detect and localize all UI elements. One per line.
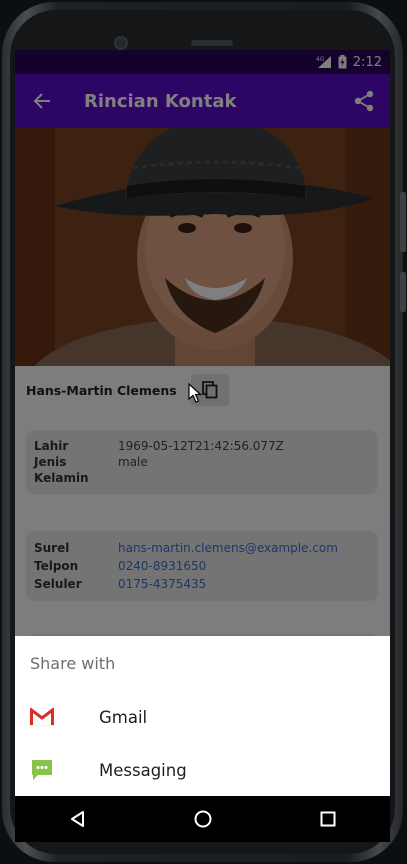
volume-button — [400, 192, 406, 252]
share-sheet-title: Share with — [30, 654, 116, 673]
share-item-messaging[interactable]: Messaging — [15, 745, 390, 795]
share-item-label: Gmail — [99, 707, 148, 727]
messaging-icon — [30, 758, 54, 782]
nav-recents-button[interactable] — [298, 796, 358, 842]
gmail-icon — [30, 705, 54, 729]
circle-home-icon — [194, 810, 211, 828]
mouse-pointer-icon — [188, 382, 203, 407]
earpiece-speaker — [191, 40, 233, 46]
power-button — [400, 272, 406, 312]
share-item-gmail[interactable]: Gmail — [15, 692, 390, 742]
share-sheet: Share with Gmail Messaging — [15, 636, 390, 796]
front-camera — [114, 36, 128, 50]
app-screen: 4G 2:12 Rincian Kontak — [15, 50, 390, 796]
nav-back-button[interactable] — [48, 796, 108, 842]
triangle-back-icon — [70, 811, 84, 827]
share-item-label: Messaging — [99, 760, 187, 780]
navigation-bar — [15, 796, 390, 842]
nav-home-button[interactable] — [173, 796, 233, 842]
square-recents-icon — [320, 811, 335, 827]
